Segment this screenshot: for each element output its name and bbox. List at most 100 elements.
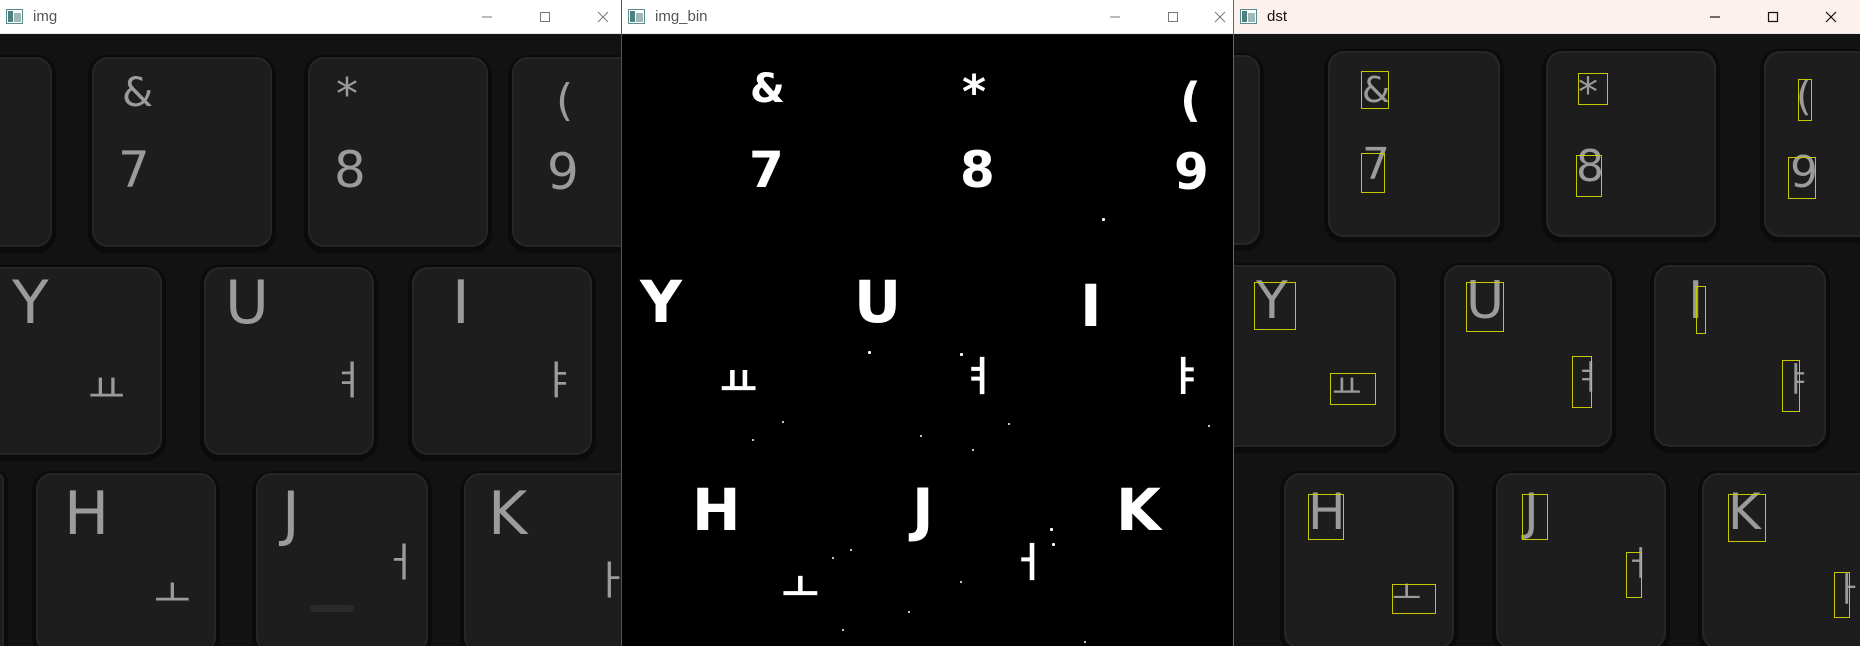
binary-glyph: 7 bbox=[749, 141, 784, 199]
maximize-button[interactable] bbox=[516, 0, 574, 34]
maximize-icon bbox=[1168, 12, 1178, 22]
window-title: img_bin bbox=[655, 8, 708, 25]
titlebar-dst[interactable]: dst bbox=[1234, 0, 1860, 34]
window-dst: dst & 7 * 8 ( 9 Y ㅛ U ㅕ I ㅑ H ㅗ J ㅓ K ㅏ bbox=[1234, 0, 1860, 646]
detection-box bbox=[1578, 73, 1608, 105]
key-legend: 7 bbox=[118, 141, 150, 199]
key-legend: Y bbox=[12, 268, 49, 338]
noise-speck bbox=[868, 351, 871, 354]
minimize-icon bbox=[1110, 16, 1120, 18]
noise-speck bbox=[972, 449, 974, 451]
key-legend: K bbox=[488, 479, 528, 549]
image-view-binary: & 7 * 8 ( 9 Y ㅛ U ㅕ I ㅑ H ㅗ J ㅓ K ㅏ bbox=[622, 35, 1233, 646]
key-legend: * bbox=[336, 69, 358, 120]
noise-speck bbox=[782, 421, 784, 423]
detection-box bbox=[1361, 71, 1389, 109]
key-legend: 8 bbox=[334, 141, 366, 199]
close-button[interactable] bbox=[574, 0, 621, 34]
key-legend: J bbox=[282, 479, 300, 549]
noise-speck bbox=[1050, 528, 1053, 531]
detection-box bbox=[1782, 360, 1800, 412]
detection-box bbox=[1308, 494, 1344, 540]
detection-box bbox=[1728, 494, 1766, 542]
minimize-button[interactable] bbox=[1086, 0, 1144, 34]
noise-speck bbox=[1084, 641, 1086, 643]
close-icon bbox=[1214, 11, 1226, 23]
keycap bbox=[1234, 55, 1260, 245]
window-title: dst bbox=[1267, 8, 1288, 25]
key-legend: ( bbox=[556, 75, 574, 126]
noise-speck bbox=[832, 557, 834, 559]
detection-box bbox=[1254, 282, 1296, 330]
minimize-icon bbox=[482, 16, 492, 18]
noise-speck bbox=[1102, 218, 1105, 221]
detection-box bbox=[1361, 153, 1385, 193]
binary-glyph: ㅕ bbox=[960, 354, 997, 400]
detection-box bbox=[1466, 282, 1504, 332]
noise-speck bbox=[1008, 423, 1010, 425]
key-legend-hangul: ㅓ bbox=[382, 540, 419, 586]
binary-glyph: J bbox=[912, 476, 934, 544]
home-row-bump bbox=[310, 605, 354, 612]
key-legend-hangul: ㅛ bbox=[88, 367, 125, 413]
keycap bbox=[0, 473, 4, 646]
keycap bbox=[36, 473, 216, 646]
binary-glyph: Y bbox=[640, 268, 682, 336]
opencv-window-icon bbox=[628, 9, 645, 24]
keycap bbox=[1702, 473, 1860, 646]
noise-speck bbox=[908, 611, 910, 613]
close-icon bbox=[597, 11, 609, 23]
noise-speck bbox=[960, 353, 963, 356]
keycap bbox=[1328, 51, 1500, 237]
noise-speck bbox=[960, 581, 962, 583]
noise-speck bbox=[920, 435, 922, 437]
noise-speck bbox=[850, 549, 852, 551]
detection-box bbox=[1392, 584, 1436, 614]
image-view-detections: & 7 * 8 ( 9 Y ㅛ U ㅕ I ㅑ H ㅗ J ㅓ K ㅏ bbox=[1234, 35, 1860, 646]
binary-glyph: ㅓ bbox=[1010, 540, 1047, 586]
binary-glyph: ( bbox=[1180, 73, 1202, 127]
close-icon bbox=[1825, 11, 1837, 23]
key-legend: U bbox=[225, 268, 269, 338]
binary-glyph: * bbox=[962, 65, 987, 119]
close-button[interactable] bbox=[1202, 0, 1233, 34]
close-button[interactable] bbox=[1802, 0, 1860, 34]
detection-box bbox=[1626, 552, 1642, 598]
keycap bbox=[1764, 51, 1860, 237]
detection-box bbox=[1834, 572, 1850, 618]
noise-speck bbox=[842, 629, 844, 631]
detection-box bbox=[1522, 494, 1548, 540]
keycap bbox=[1654, 265, 1826, 447]
detection-box bbox=[1576, 155, 1602, 197]
titlebar-img-bin[interactable]: img_bin bbox=[622, 0, 1233, 34]
binary-glyph: H bbox=[692, 476, 741, 544]
key-legend: 9 bbox=[547, 143, 579, 201]
binary-glyph: U bbox=[854, 268, 902, 336]
binary-glyph: I bbox=[1080, 272, 1102, 340]
key-legend: & bbox=[122, 70, 154, 116]
window-img-bin: img_bin & 7 * 8 ( 9 Y ㅛ U ㅕ I ㅑ H ㅗ J ㅓ … bbox=[622, 0, 1234, 646]
minimize-button[interactable] bbox=[1686, 0, 1744, 34]
maximize-button[interactable] bbox=[1144, 0, 1202, 34]
key-legend-hangul: ㅏ bbox=[592, 561, 621, 601]
binary-glyph: ㅏ bbox=[1220, 565, 1233, 605]
window-img: img & 7 * 8 ( 9 Y ㅛ U ㅕ I ㅑ H ㅗ J ㅓ K bbox=[0, 0, 622, 646]
detection-box bbox=[1330, 373, 1376, 405]
image-view-grayscale: & 7 * 8 ( 9 Y ㅛ U ㅕ I ㅑ H ㅗ J ㅓ K ㅏ bbox=[0, 35, 621, 646]
binary-glyph: & bbox=[750, 66, 785, 112]
maximize-button[interactable] bbox=[1744, 0, 1802, 34]
opencv-window-icon bbox=[6, 9, 23, 24]
noise-speck bbox=[1052, 543, 1055, 546]
key-legend-hangul: ㅑ bbox=[540, 358, 577, 404]
minimize-button[interactable] bbox=[458, 0, 516, 34]
binary-glyph: ㅛ bbox=[720, 360, 757, 406]
binary-glyph: K bbox=[1116, 476, 1161, 544]
noise-speck bbox=[752, 439, 754, 441]
binary-glyph: 9 bbox=[1174, 143, 1209, 201]
detection-box bbox=[1696, 286, 1706, 334]
detection-box bbox=[1798, 79, 1812, 121]
minimize-icon bbox=[1710, 16, 1720, 18]
detection-box bbox=[1788, 157, 1816, 199]
titlebar-img[interactable]: img bbox=[0, 0, 621, 34]
binary-glyph: 8 bbox=[960, 141, 995, 199]
